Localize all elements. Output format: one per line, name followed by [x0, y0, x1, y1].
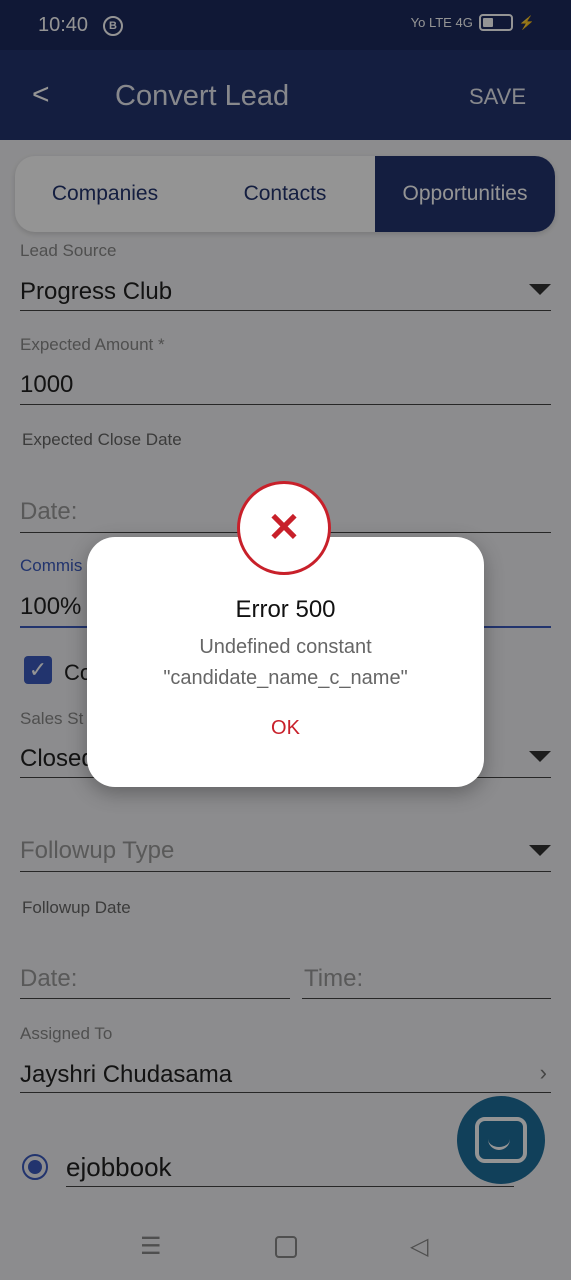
dialog-message: Undefined constant "candidate_name_c_nam… [163, 636, 408, 689]
dialog-title: Error 500 [235, 596, 336, 623]
close-icon: ✕ [237, 481, 331, 575]
ok-button[interactable]: OK [87, 717, 484, 740]
